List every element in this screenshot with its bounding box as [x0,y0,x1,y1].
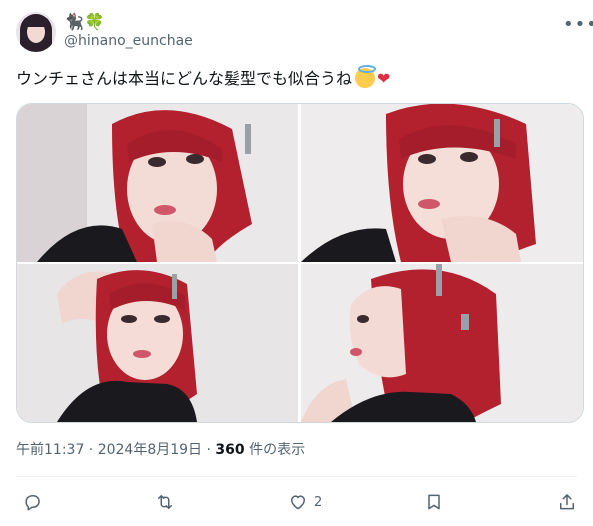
share-icon [560,494,574,510]
photo-4[interactable] [301,264,583,422]
like-count: 2 [314,494,323,510]
heart-icon [291,495,305,510]
action-bar: 2 [0,488,593,516]
photo-3[interactable] [17,264,298,422]
views-count: 360 [215,442,245,458]
reply-button[interactable] [22,488,42,516]
retweet-icon [158,495,172,509]
author-handle[interactable]: @hinano_eunchae [64,33,193,49]
retweet-button[interactable] [155,488,175,516]
reply-icon [25,495,40,511]
tweet-meta: 午前11:37 · 2024年8月19日 · 360 件の表示 [16,439,305,459]
timestamp-link[interactable]: 午前11:37 · 2024年8月19日 · [16,442,215,458]
red-heart-icon: ❤ [377,69,391,88]
views-label: 件の表示 [244,442,306,458]
tweet-text: ウンチェさんは本当にどんな髪型でも似合うね ❤ [16,65,391,90]
bookmark-button[interactable] [424,488,444,516]
bookmark-icon [428,494,440,510]
author-avatar[interactable] [16,12,56,52]
smiling-face-with-halo-icon [355,65,377,88]
tweet-text-body: ウンチェさんは本当にどんな髪型でも似合うね [16,69,353,88]
share-button[interactable] [557,488,577,516]
author-display-name[interactable]: 🐈‍⬛🍀 [64,12,106,32]
like-button[interactable]: 2 [288,488,322,516]
more-options-icon[interactable]: ••• [563,14,593,35]
photo-2[interactable] [301,104,583,262]
media-grid [16,103,584,423]
photo-1[interactable] [17,104,298,262]
divider [16,476,577,477]
